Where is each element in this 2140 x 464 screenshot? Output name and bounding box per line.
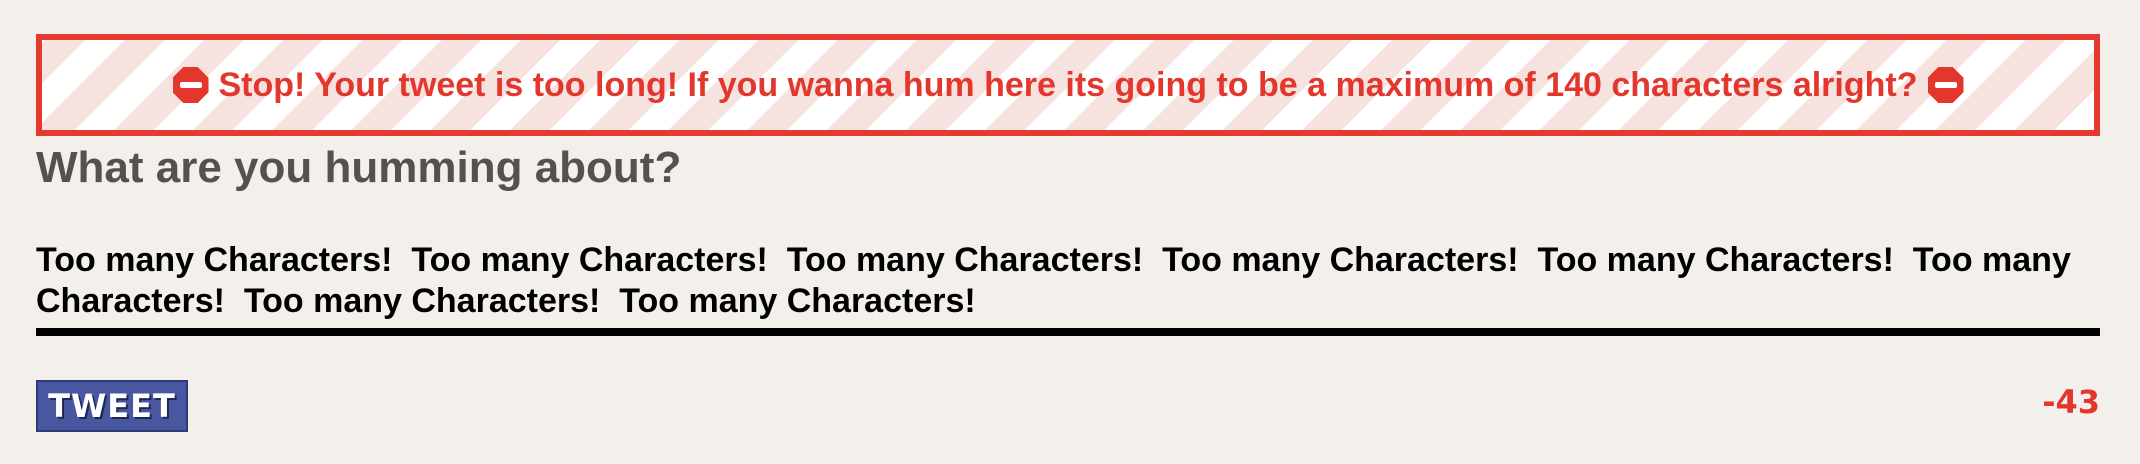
tweet-button[interactable]: TWEET <box>36 380 188 432</box>
tweet-composer: Stop! Your tweet is too long! If you wan… <box>36 34 2100 432</box>
tweet-input-text[interactable]: Too many Characters! Too many Characters… <box>36 240 2096 322</box>
too-long-alert: Stop! Your tweet is too long! If you wan… <box>36 34 2100 136</box>
alert-message: Stop! Your tweet is too long! If you wan… <box>218 65 1918 104</box>
character-counter: -43 <box>2042 383 2100 421</box>
composer-footer: TWEET -43 <box>36 380 2100 432</box>
stop-sign-icon <box>1927 67 1964 103</box>
stop-sign-icon <box>172 67 209 103</box>
compose-prompt: What are you humming about? <box>36 143 682 192</box>
tweet-input-area[interactable]: Too many Characters! Too many Characters… <box>36 240 2100 336</box>
